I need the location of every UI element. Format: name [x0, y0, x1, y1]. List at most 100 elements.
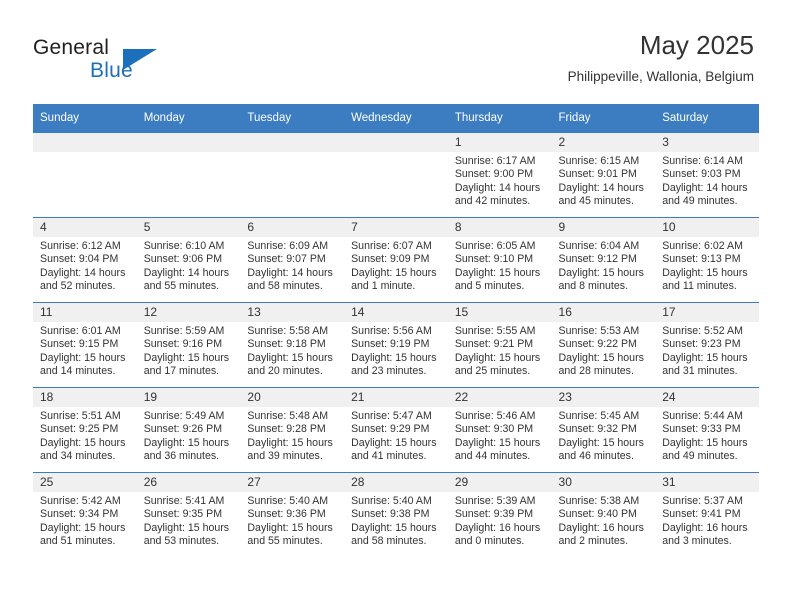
day-detail-line: Sunset: 9:16 PM	[143, 338, 223, 351]
calendar-day-cell[interactable]: 9 Sunrise: 6:04 AM Sunset: 9:12 PM Daylight…	[551, 217, 656, 303]
day-detail-line: and 41 minutes.	[351, 450, 427, 463]
calendar-day-cell[interactable]: 12 Sunrise: 5:59 AM Sunset: 9:16 PM Dayligh…	[136, 302, 241, 388]
day-detail-line: and 23 minutes.	[351, 365, 427, 378]
day-number: 27	[240, 473, 345, 492]
day-detail-line: Sunrise: 5:49 AM	[143, 410, 225, 422]
day-cell-inner: 30 Sunrise: 5:38 AM Sunset: 9:40 PM Dayligh…	[551, 473, 656, 557]
day-detail-line: Daylight: 15 hours	[558, 351, 644, 364]
day-detail-line: Sunrise: 5:47 AM	[351, 410, 432, 422]
calendar-day-cell[interactable]: 3 Sunrise: 6:14 AM Sunset: 9:03 PM Daylight…	[655, 132, 759, 218]
calendar-day-cell[interactable]: 29 Sunrise: 5:39 AM Sunset: 9:39 PM Dayligh…	[447, 472, 552, 557]
day-detail-line: Sunrise: 5:39 AM	[454, 495, 536, 507]
calendar-day-cell[interactable]: 21 Sunrise: 5:47 AM Sunset: 9:29 PM Dayligh…	[344, 387, 448, 473]
day-cell-inner: 26 Sunrise: 5:41 AM Sunset: 9:35 PM Dayligh…	[136, 473, 241, 557]
calendar-day-cell[interactable]: 22 Sunrise: 5:46 AM Sunset: 9:30 PM Dayligh…	[447, 387, 552, 473]
day-detail-line: Sunrise: 5:37 AM	[662, 495, 743, 507]
calendar-day-cell[interactable]: 23 Sunrise: 5:45 AM Sunset: 9:32 PM Dayligh…	[551, 387, 656, 473]
day-detail-line: and 39 minutes.	[247, 450, 323, 463]
calendar-day-cell[interactable]: 13 Sunrise: 5:58 AM Sunset: 9:18 PM Dayligh…	[240, 302, 345, 388]
day-cell-details: Sunrise: 6:05 AM Sunset: 9:10 PM Daylight:…	[448, 237, 552, 294]
day-detail-line: Sunrise: 6:02 AM	[662, 240, 743, 252]
calendar-day-cell[interactable]: 10 Sunrise: 6:02 AM Sunset: 9:13 PM Dayligh…	[655, 217, 759, 303]
day-detail-line: Sunrise: 5:44 AM	[662, 410, 743, 422]
day-detail-line: Sunset: 9:30 PM	[454, 423, 534, 436]
calendar-day-cell[interactable]: 30 Sunrise: 5:38 AM Sunset: 9:40 PM Dayligh…	[551, 472, 656, 557]
day-detail-line: Sunset: 9:40 PM	[558, 508, 637, 521]
day-cell-details: Sunrise: 5:40 AM Sunset: 9:38 PM Daylight:…	[344, 492, 448, 549]
day-detail-line: Sunrise: 6:01 AM	[40, 325, 121, 337]
day-cell-details: Sunrise: 5:40 AM Sunset: 9:36 PM Daylight:…	[240, 492, 344, 549]
day-detail-line: Sunrise: 6:12 AM	[40, 240, 121, 252]
day-cell-details: Sunrise: 5:58 AM Sunset: 9:18 PM Daylight:…	[240, 322, 344, 379]
day-cell-details: Sunrise: 5:55 AM Sunset: 9:21 PM Daylight:…	[448, 322, 552, 379]
day-number: 16	[551, 303, 656, 322]
day-detail-line: Sunrise: 6:04 AM	[558, 240, 640, 252]
day-detail-line: Daylight: 15 hours	[247, 436, 333, 449]
day-detail-line: Daylight: 15 hours	[662, 266, 748, 279]
calendar-day-cell-empty	[136, 132, 241, 218]
calendar-day-cell[interactable]: 19 Sunrise: 5:49 AM Sunset: 9:26 PM Dayligh…	[136, 387, 241, 473]
calendar-day-cell[interactable]: 25 Sunrise: 5:42 AM Sunset: 9:34 PM Dayligh…	[33, 472, 137, 557]
calendar-day-cell[interactable]: 18 Sunrise: 5:51 AM Sunset: 9:25 PM Dayligh…	[33, 387, 137, 473]
calendar-day-cell[interactable]: 26 Sunrise: 5:41 AM Sunset: 9:35 PM Dayligh…	[136, 472, 241, 557]
day-detail-line: Sunset: 9:00 PM	[454, 168, 534, 181]
day-cell-inner: 27 Sunrise: 5:40 AM Sunset: 9:36 PM Dayligh…	[240, 473, 345, 557]
day-cell-details: Sunrise: 5:46 AM Sunset: 9:30 PM Daylight:…	[448, 407, 552, 464]
day-number: 4	[33, 218, 137, 237]
day-detail-line: and 31 minutes.	[662, 365, 738, 378]
brand-logo[interactable]: General Blue	[33, 36, 263, 92]
calendar-day-cell[interactable]: 8 Sunrise: 6:05 AM Sunset: 9:10 PM Daylight…	[447, 217, 552, 303]
day-cell-details: Sunrise: 6:04 AM Sunset: 9:12 PM Daylight:…	[552, 237, 656, 294]
calendar-day-cell[interactable]: 16 Sunrise: 5:53 AM Sunset: 9:22 PM Dayligh…	[551, 302, 656, 388]
calendar-day-cell[interactable]: 15 Sunrise: 5:55 AM Sunset: 9:21 PM Dayligh…	[447, 302, 552, 388]
day-detail-line: Daylight: 16 hours	[558, 521, 644, 534]
day-detail-line: Sunset: 9:04 PM	[40, 253, 119, 266]
day-number: 3	[655, 133, 759, 152]
day-number: 12	[136, 303, 241, 322]
day-cell-details: Sunrise: 6:15 AM Sunset: 9:01 PM Daylight:…	[552, 152, 656, 209]
day-number: 30	[551, 473, 656, 492]
day-number: 11	[33, 303, 137, 322]
calendar-day-cell[interactable]: 4 Sunrise: 6:12 AM Sunset: 9:04 PM Daylight…	[33, 217, 137, 303]
calendar-day-cell[interactable]: 27 Sunrise: 5:40 AM Sunset: 9:36 PM Dayligh…	[240, 472, 345, 557]
brand-name-blue: Blue	[90, 59, 133, 82]
calendar-day-cell[interactable]: 1 Sunrise: 6:17 AM Sunset: 9:00 PM Daylight…	[447, 132, 552, 218]
calendar-day-cell[interactable]: 17 Sunrise: 5:52 AM Sunset: 9:23 PM Dayligh…	[655, 302, 759, 388]
day-cell-inner: 25 Sunrise: 5:42 AM Sunset: 9:34 PM Dayligh…	[33, 473, 137, 557]
calendar-day-cell[interactable]: 2 Sunrise: 6:15 AM Sunset: 9:01 PM Daylight…	[551, 132, 656, 218]
day-detail-line: Sunset: 9:07 PM	[247, 253, 326, 266]
day-detail-line: Sunrise: 6:07 AM	[351, 240, 432, 252]
calendar-body: 1 Sunrise: 6:17 AM Sunset: 9:00 PM Daylight…	[33, 132, 759, 557]
day-detail-line: Daylight: 15 hours	[351, 351, 437, 364]
day-detail-line: and 55 minutes.	[247, 535, 323, 548]
day-cell-details: Sunrise: 5:53 AM Sunset: 9:22 PM Daylight:…	[552, 322, 656, 379]
day-number: 20	[240, 388, 345, 407]
day-detail-line: Daylight: 15 hours	[558, 436, 644, 449]
calendar-day-cell[interactable]: 24 Sunrise: 5:44 AM Sunset: 9:33 PM Dayligh…	[655, 387, 759, 473]
day-detail-line: and 25 minutes.	[454, 365, 531, 378]
day-detail-line: Sunrise: 5:38 AM	[558, 495, 640, 507]
calendar-day-cell[interactable]: 7 Sunrise: 6:07 AM Sunset: 9:09 PM Daylight…	[344, 217, 448, 303]
calendar-day-cell[interactable]: 31 Sunrise: 5:37 AM Sunset: 9:41 PM Dayligh…	[655, 472, 759, 557]
calendar-day-cell[interactable]: 11 Sunrise: 6:01 AM Sunset: 9:15 PM Dayligh…	[33, 302, 137, 388]
calendar-day-cell[interactable]: 5 Sunrise: 6:10 AM Sunset: 9:06 PM Daylight…	[136, 217, 241, 303]
day-detail-line: Sunrise: 5:48 AM	[247, 410, 329, 422]
day-cell-details: Sunrise: 6:01 AM Sunset: 9:15 PM Daylight:…	[33, 322, 137, 379]
day-detail-line: Sunrise: 5:42 AM	[40, 495, 121, 507]
day-cell-inner: 23 Sunrise: 5:45 AM Sunset: 9:32 PM Dayligh…	[551, 388, 656, 472]
day-detail-line: and 58 minutes.	[247, 280, 323, 293]
calendar-day-cell[interactable]: 20 Sunrise: 5:48 AM Sunset: 9:28 PM Dayligh…	[240, 387, 345, 473]
day-detail-line: Daylight: 15 hours	[143, 521, 230, 534]
calendar-day-cell[interactable]: 28 Sunrise: 5:40 AM Sunset: 9:38 PM Dayligh…	[344, 472, 448, 557]
day-detail-line: and 28 minutes.	[558, 365, 634, 378]
day-number: 24	[655, 388, 759, 407]
day-detail-line: and 42 minutes.	[454, 195, 531, 208]
calendar-day-cell[interactable]: 14 Sunrise: 5:56 AM Sunset: 9:19 PM Dayligh…	[344, 302, 448, 388]
calendar-day-cell[interactable]: 6 Sunrise: 6:09 AM Sunset: 9:07 PM Daylight…	[240, 217, 345, 303]
day-number	[136, 133, 241, 152]
day-detail-line: and 0 minutes.	[454, 535, 525, 548]
day-detail-line: Sunset: 9:01 PM	[558, 168, 637, 181]
day-detail-line: Sunset: 9:23 PM	[662, 338, 741, 351]
day-detail-line: Sunset: 9:22 PM	[558, 338, 637, 351]
weekday-header-tuesday: Tuesday	[240, 104, 345, 133]
